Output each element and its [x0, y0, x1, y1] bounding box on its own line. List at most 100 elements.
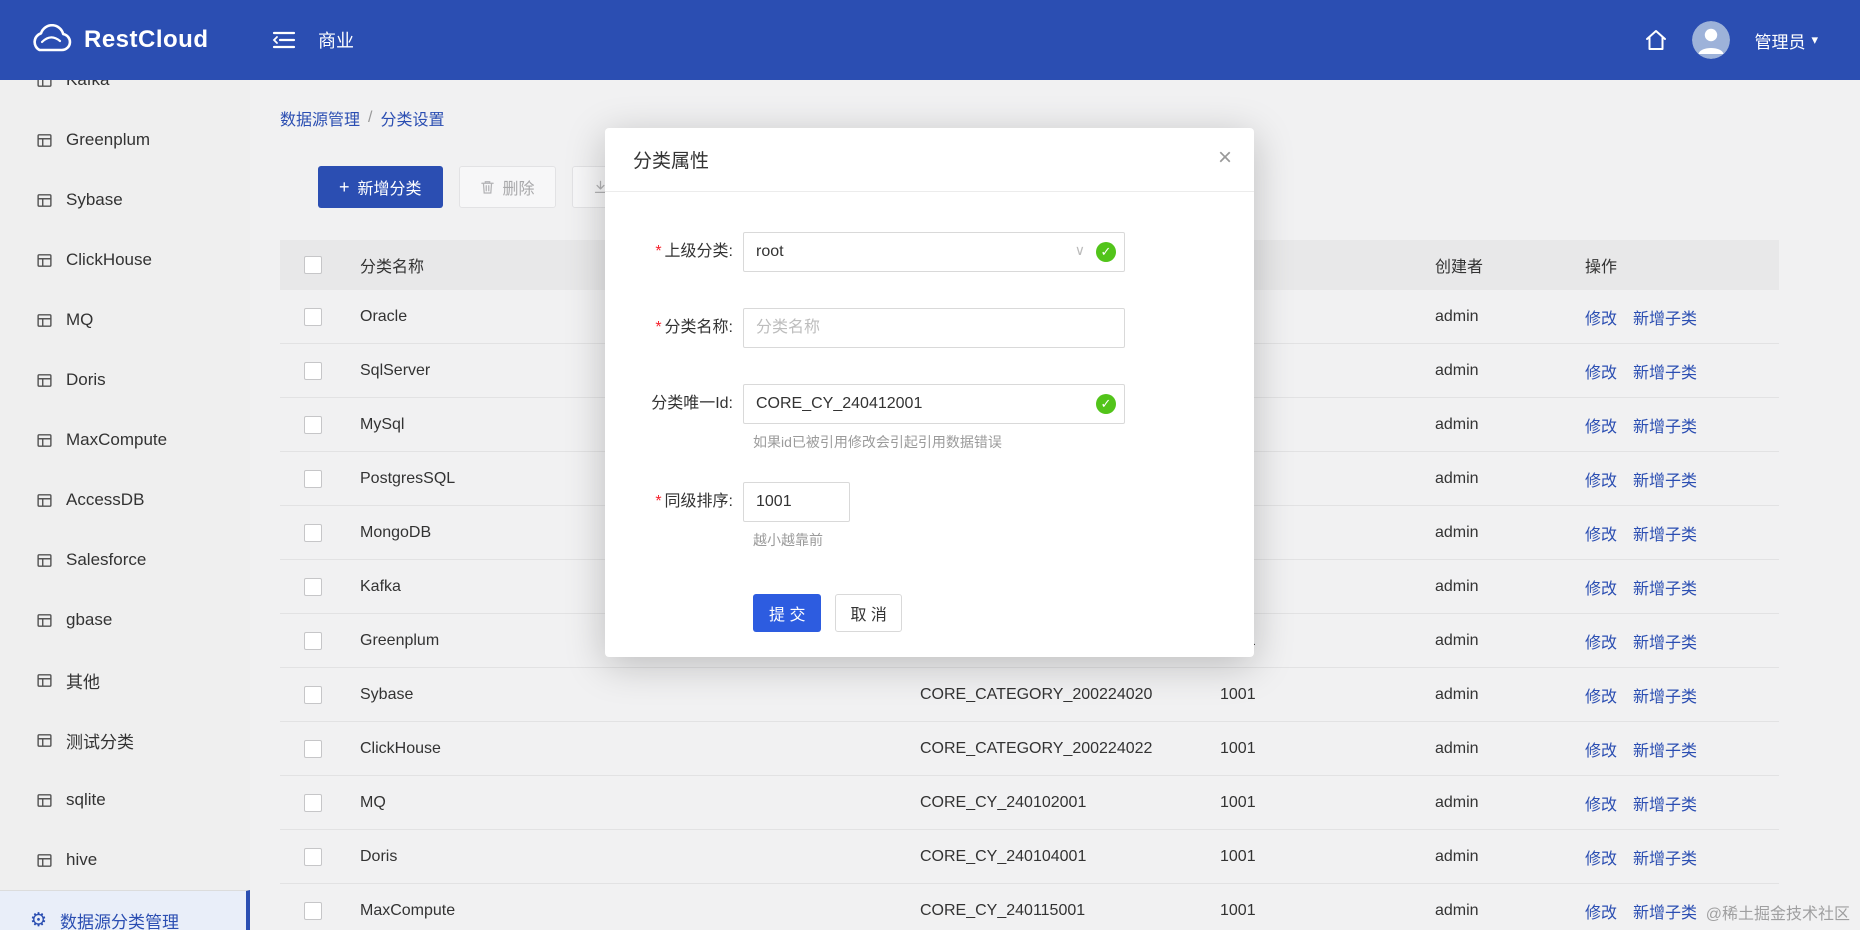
header-actions: 操作 [1585, 259, 1618, 276]
user-menu[interactable]: 管理员 ▾ [1754, 28, 1818, 53]
sidebar-item[interactable]: Salesforce [0, 530, 250, 590]
cell-creator: admin [1435, 307, 1479, 325]
parent-category-select[interactable]: root [743, 232, 1125, 272]
sidebar-item[interactable]: Sybase [0, 170, 250, 230]
cell-category-id: CORE_CY_240102001 [920, 793, 1087, 811]
table-icon [36, 852, 53, 869]
add-child-link[interactable]: 新增子类 [1633, 359, 1697, 383]
nav-menu-business[interactable]: 商业 [318, 27, 354, 53]
edit-link[interactable]: 修改 [1585, 791, 1617, 815]
edit-link[interactable]: 修改 [1585, 521, 1617, 545]
cell-actions: 修改 新增子类 [1585, 359, 1755, 383]
cell-category-id: CORE_CATEGORY_200224020 [920, 685, 1153, 703]
sidebar-item[interactable]: ClickHouse [0, 230, 250, 290]
cell-sort: 1001 [1220, 847, 1256, 865]
edit-link[interactable]: 修改 [1585, 467, 1617, 491]
sidebar-item[interactable]: AccessDB [0, 470, 250, 530]
add-child-link[interactable]: 新增子类 [1633, 629, 1697, 653]
modal-buttons: 提 交 取 消 [753, 594, 1254, 632]
table-row: ClickHouse CORE_CATEGORY_200224022 1001 … [280, 722, 1779, 776]
row-checkbox[interactable] [304, 523, 322, 542]
breadcrumb-datasource[interactable]: 数据源管理 [280, 106, 360, 130]
edit-link[interactable]: 修改 [1585, 629, 1617, 653]
edit-link[interactable]: 修改 [1585, 359, 1617, 383]
category-name-label: * 分类名称: [655, 319, 733, 336]
row-checkbox[interactable] [304, 577, 322, 596]
field-category-id: 分类唯一Id: ✓ [605, 384, 1254, 424]
table-row: Doris CORE_CY_240104001 1001 admin 修改 新增… [280, 830, 1779, 884]
sidebar-item-label: 其他 [66, 672, 100, 692]
table-icon [36, 80, 53, 89]
sidebar-item-label: Kafka [66, 80, 109, 90]
edit-link[interactable]: 修改 [1585, 845, 1617, 869]
add-child-link[interactable]: 新增子类 [1633, 575, 1697, 599]
table-icon [36, 372, 53, 389]
row-checkbox[interactable] [304, 415, 322, 434]
close-icon[interactable]: × [1218, 146, 1232, 170]
sidebar-item-label: 数据源分类管理 [60, 913, 180, 930]
row-checkbox[interactable] [304, 469, 322, 488]
row-checkbox[interactable] [304, 739, 322, 758]
edit-link[interactable]: 修改 [1585, 683, 1617, 707]
add-child-link[interactable]: 新增子类 [1633, 413, 1697, 437]
delete-button[interactable]: 删除 [458, 166, 556, 208]
cell-creator: admin [1435, 847, 1479, 865]
add-child-link[interactable]: 新增子类 [1633, 467, 1697, 491]
sibling-sort-input[interactable] [743, 482, 850, 522]
sidebar-item[interactable]: 其他 [0, 650, 250, 710]
cell-category-id: CORE_CATEGORY_200224022 [920, 739, 1153, 757]
brand-logo[interactable]: RestCloud [0, 24, 250, 56]
category-name-input[interactable] [743, 308, 1125, 348]
add-child-link[interactable]: 新增子类 [1633, 791, 1697, 815]
row-checkbox[interactable] [304, 685, 322, 704]
edit-link[interactable]: 修改 [1585, 305, 1617, 329]
table-icon [36, 552, 53, 569]
row-checkbox[interactable] [304, 361, 322, 380]
cell-actions: 修改 新增子类 [1585, 521, 1755, 545]
sidebar-item[interactable]: sqlite [0, 770, 250, 830]
menu-fold-icon[interactable] [272, 30, 296, 50]
table-icon [36, 252, 53, 269]
row-checkbox[interactable] [304, 901, 322, 920]
edit-link[interactable]: 修改 [1585, 413, 1617, 437]
add-child-link[interactable]: 新增子类 [1633, 305, 1697, 329]
sidebar-item[interactable]: hive [0, 830, 250, 890]
row-checkbox[interactable] [304, 793, 322, 812]
sidebar-item[interactable]: MQ [0, 290, 250, 350]
sidebar-item[interactable]: 测试分类 [0, 710, 250, 770]
add-child-link[interactable]: 新增子类 [1633, 737, 1697, 761]
add-child-link[interactable]: 新增子类 [1633, 845, 1697, 869]
home-icon[interactable] [1644, 28, 1668, 52]
add-category-button[interactable]: + 新增分类 [318, 166, 443, 208]
sibling-sort-label: * 同级排序: [655, 493, 733, 510]
sidebar-item[interactable]: MaxCompute [0, 410, 250, 470]
add-child-link[interactable]: 新增子类 [1633, 683, 1697, 707]
cell-creator: admin [1435, 469, 1479, 487]
sidebar-item[interactable]: gbase [0, 590, 250, 650]
sidebar-item[interactable]: Doris [0, 350, 250, 410]
category-id-input[interactable] [743, 384, 1125, 424]
modal-title: 分类属性 [633, 151, 710, 172]
table-icon [36, 612, 53, 629]
cancel-button[interactable]: 取 消 [835, 594, 902, 632]
sidebar-item-datasource-category[interactable]: ⚙ 数据源分类管理 [0, 890, 250, 930]
submit-button[interactable]: 提 交 [753, 594, 822, 632]
cell-creator: admin [1435, 415, 1479, 433]
sidebar-item[interactable]: Greenplum [0, 110, 250, 170]
edit-link[interactable]: 修改 [1585, 899, 1617, 923]
sidebar-item[interactable]: Kafka [0, 80, 250, 110]
row-checkbox[interactable] [304, 847, 322, 866]
avatar[interactable] [1692, 21, 1731, 59]
select-all-checkbox[interactable] [304, 256, 322, 274]
add-child-link[interactable]: 新增子类 [1633, 521, 1697, 545]
row-checkbox[interactable] [304, 631, 322, 650]
add-child-link[interactable]: 新增子类 [1633, 899, 1697, 923]
row-checkbox[interactable] [304, 307, 322, 326]
edit-link[interactable]: 修改 [1585, 737, 1617, 761]
breadcrumb-category-settings[interactable]: 分类设置 [380, 106, 444, 130]
sibling-sort-helper: 越小越靠前 [753, 532, 823, 548]
trash-icon [480, 179, 495, 195]
cell-creator: admin [1435, 793, 1479, 811]
sidebar-item-label: 测试分类 [66, 732, 134, 752]
edit-link[interactable]: 修改 [1585, 575, 1617, 599]
